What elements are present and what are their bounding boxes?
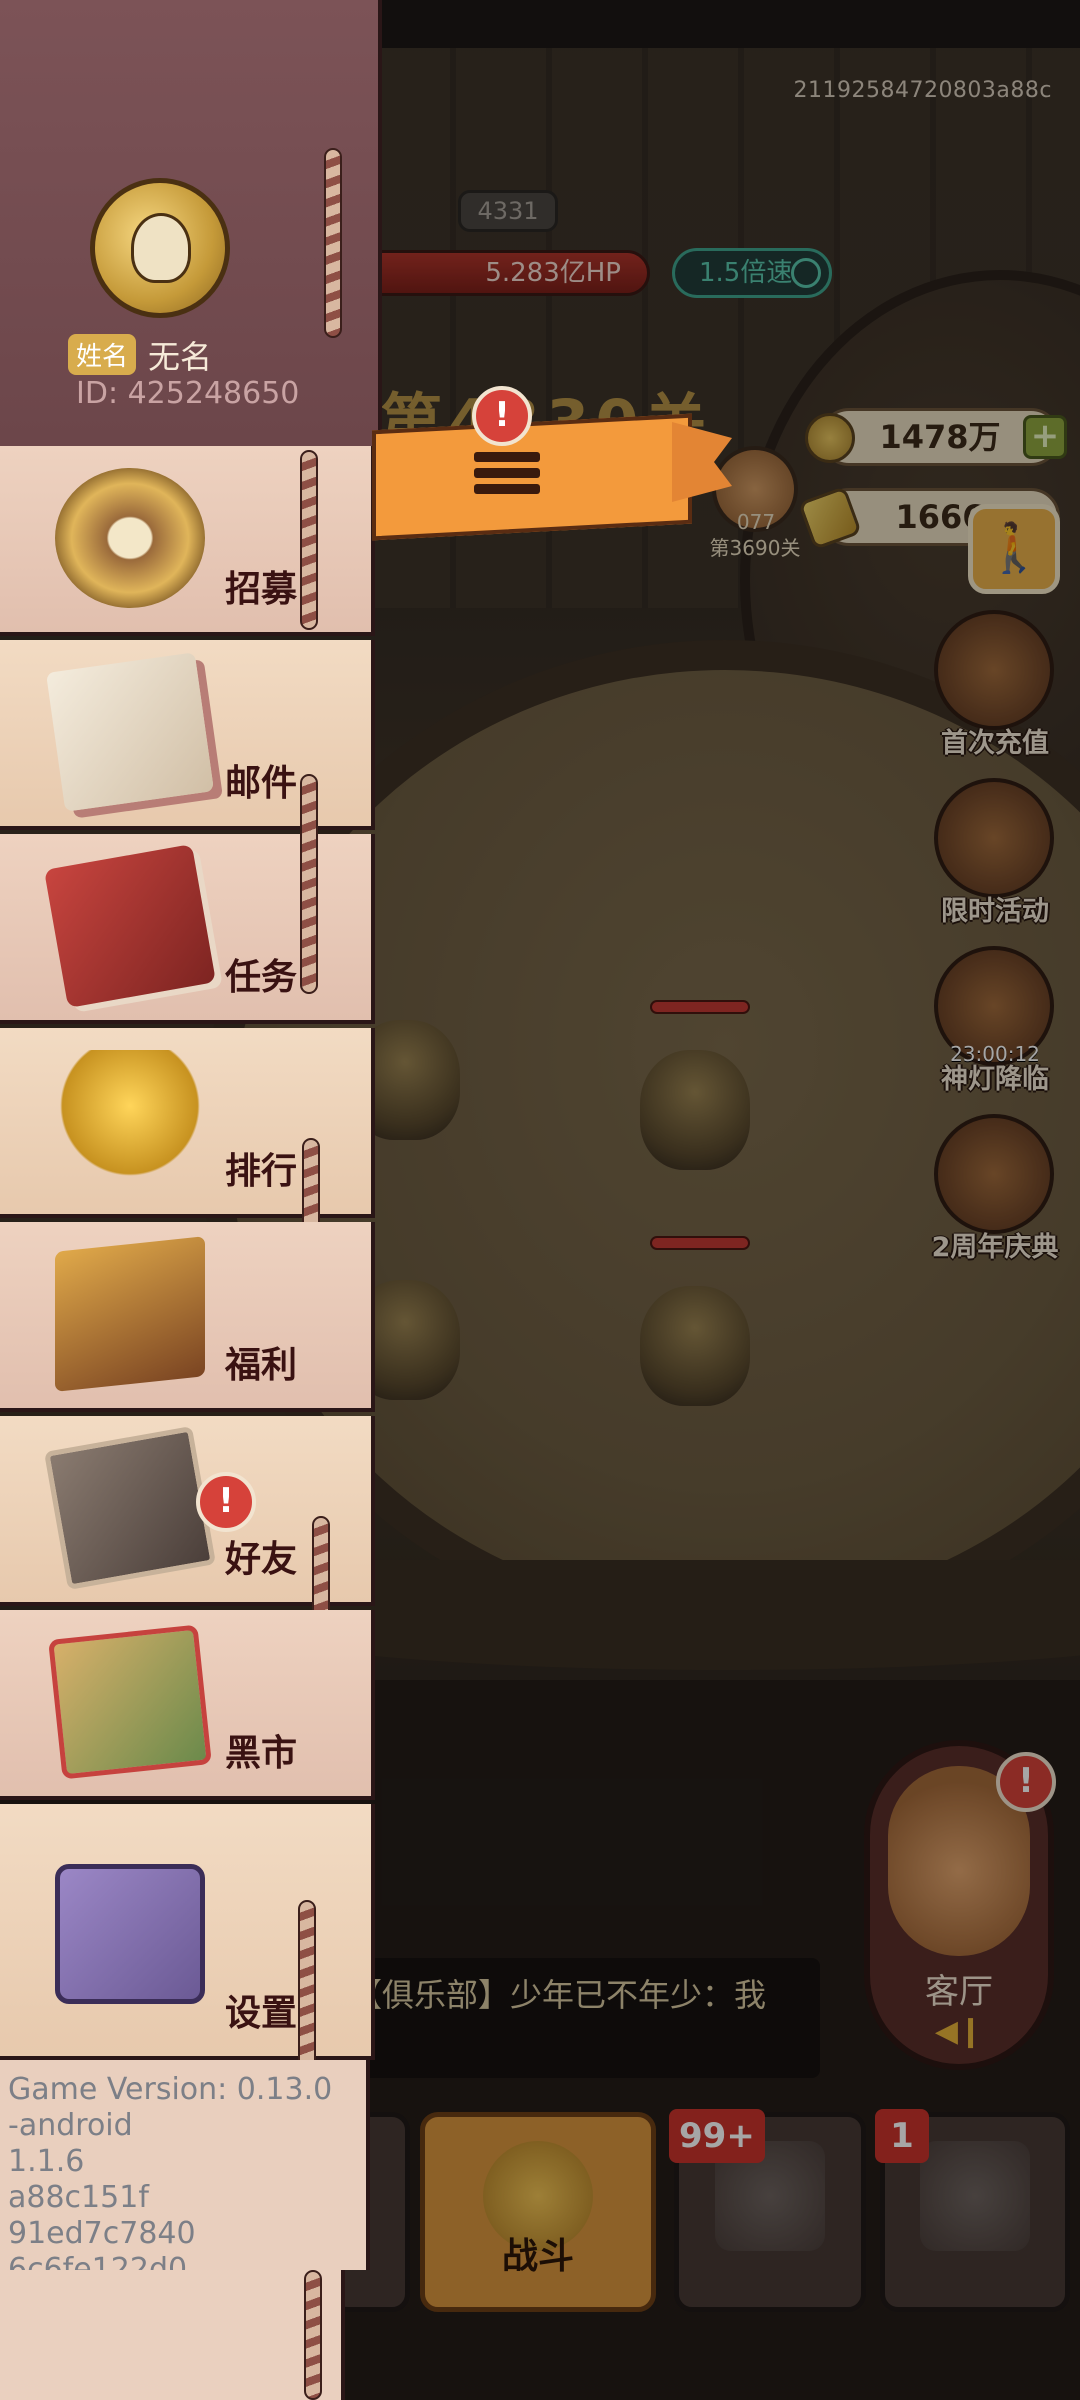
version-line: Game Version: 0.13.0	[8, 2072, 333, 2107]
menu-item-label: 邮件	[225, 763, 298, 804]
menu-item-rank[interactable]: 排行	[0, 1028, 375, 1338]
menu-item-friends[interactable]: 好友	[0, 1416, 375, 1736]
menu-item-black-market[interactable]: 黑市	[0, 1610, 375, 1800]
rope-decoration	[300, 774, 318, 994]
menu-item-recruit[interactable]: 招募	[0, 446, 375, 636]
recruit-icon	[55, 468, 205, 608]
version-info: Game Version: 0.13.0 -android 1.1.6 a88c…	[0, 2060, 370, 2287]
menu-item-label: 排行	[225, 1151, 298, 1192]
profile-card[interactable]: 姓名 无名 ID: 425248650	[0, 0, 382, 446]
version-line: 1.1.6	[8, 2144, 85, 2179]
ribbon-tail	[672, 422, 732, 502]
player-name[interactable]: 无名	[148, 332, 212, 378]
rope-decoration	[300, 450, 318, 630]
menu-item-settings[interactable]: 设置	[0, 1804, 375, 2160]
hamburger-menu-icon	[474, 452, 540, 502]
welfare-chest-icon	[55, 1236, 205, 1392]
player-avatar[interactable]	[90, 178, 230, 318]
version-line: -android	[8, 2108, 133, 2143]
settings-radio-icon	[55, 1864, 205, 2004]
menu-tail	[0, 2270, 345, 2400]
menu-item-mail[interactable]: 邮件	[0, 640, 375, 830]
menu-item-label: 好友	[225, 1539, 298, 1580]
task-icon	[43, 844, 217, 1008]
menu-item-task[interactable]: 任务	[0, 774, 375, 1024]
version-line: 91ed7c7840	[8, 2216, 196, 2251]
menu-item-label: 福利	[225, 1345, 298, 1386]
egg-face-icon	[131, 213, 191, 283]
menu-alert-badge: !	[472, 386, 532, 446]
menu-item-label: 黑市	[225, 1733, 298, 1774]
version-line: a88c151f	[8, 2180, 149, 2215]
mail-icon	[45, 652, 215, 812]
menu-item-label: 任务	[225, 957, 298, 998]
rope-decoration	[324, 148, 342, 338]
name-tag: 姓名	[68, 334, 137, 375]
black-market-icon	[48, 1624, 212, 1780]
rope-decoration	[304, 2270, 322, 2400]
player-id: ID: 425248650	[76, 376, 300, 411]
menu-item-label: 设置	[225, 1993, 298, 2034]
menu-item-welfare[interactable]: 福利	[0, 1222, 375, 1412]
rank-trophy-icon	[55, 1050, 205, 1190]
friends-alert-badge: !	[196, 1472, 256, 1532]
friends-icon	[43, 1426, 217, 1590]
menu-toggle-ribbon[interactable]	[372, 402, 732, 552]
side-menu: 姓名 无名 ID: 425248650 招募 邮件 任务 排行 福利 好友 ! …	[0, 0, 732, 2400]
menu-item-label: 招募	[225, 569, 298, 610]
